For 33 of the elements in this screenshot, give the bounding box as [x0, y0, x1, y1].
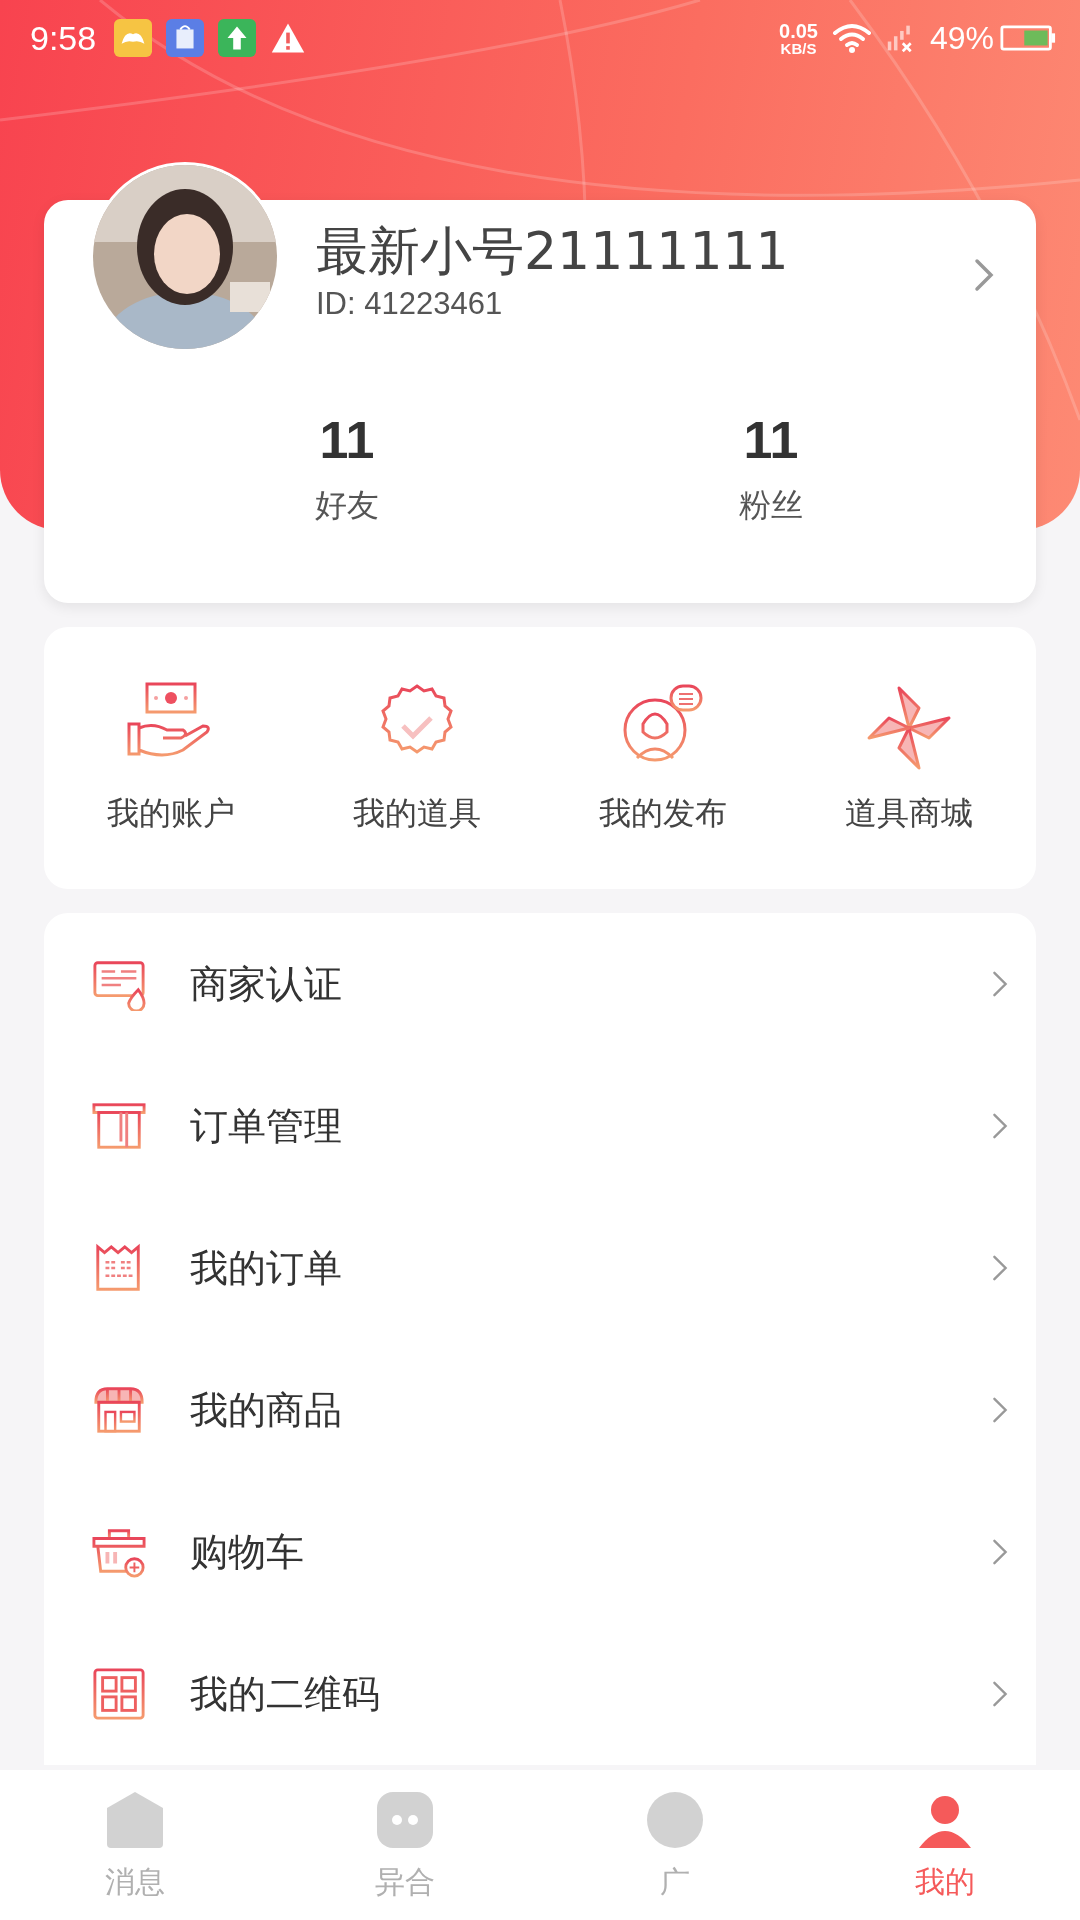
chevron-right-icon [992, 1680, 1008, 1708]
shortcut-button[interactable]: 道具商城 [789, 680, 1029, 836]
shortcut-button[interactable]: 我的账户 [51, 680, 291, 836]
game-app-icon [114, 19, 153, 57]
shortcut-button[interactable]: 我的发布 [543, 680, 783, 836]
chevron-right-icon [992, 1112, 1008, 1140]
menu-item[interactable]: 我的订单 [44, 1197, 1036, 1339]
user-id-text: ID: 41223461 [316, 286, 504, 323]
qr-code-icon [92, 1667, 146, 1721]
menu-item[interactable]: 我的二维码 [44, 1623, 1036, 1765]
speed-unit-text: KB/S [780, 40, 817, 56]
menu-item[interactable]: 订单管理 [44, 1055, 1036, 1197]
chevron-right-icon [992, 1254, 1008, 1282]
chevron-right-icon[interactable] [974, 258, 994, 292]
stat-label[interactable]: 粉丝 [739, 484, 803, 528]
menu-item[interactable]: 我的商品 [44, 1339, 1036, 1481]
chevron-right-icon [992, 970, 1008, 998]
wifi-icon [831, 22, 872, 54]
username-text: 最新小号21111111 [316, 220, 790, 283]
stat-label[interactable]: 好友 [315, 484, 379, 528]
network-speed-text: 0.05 [779, 20, 818, 41]
upload-app-icon [218, 19, 257, 57]
chevron-right-icon [992, 1396, 1008, 1424]
menu-item[interactable]: 购物车 [44, 1481, 1036, 1623]
stat-count: 11 [319, 410, 375, 470]
clock-text: 9:58 [30, 18, 97, 58]
menu-item[interactable]: 商家认证 [44, 913, 1036, 1055]
battery-percent-text: 49% [929, 19, 994, 57]
battery-icon [1000, 24, 1056, 52]
bag-app-icon [166, 19, 205, 57]
shortcut-button[interactable]: 我的道具 [297, 680, 537, 836]
stat-count: 11 [743, 410, 799, 470]
chevron-right-icon [992, 1538, 1008, 1566]
